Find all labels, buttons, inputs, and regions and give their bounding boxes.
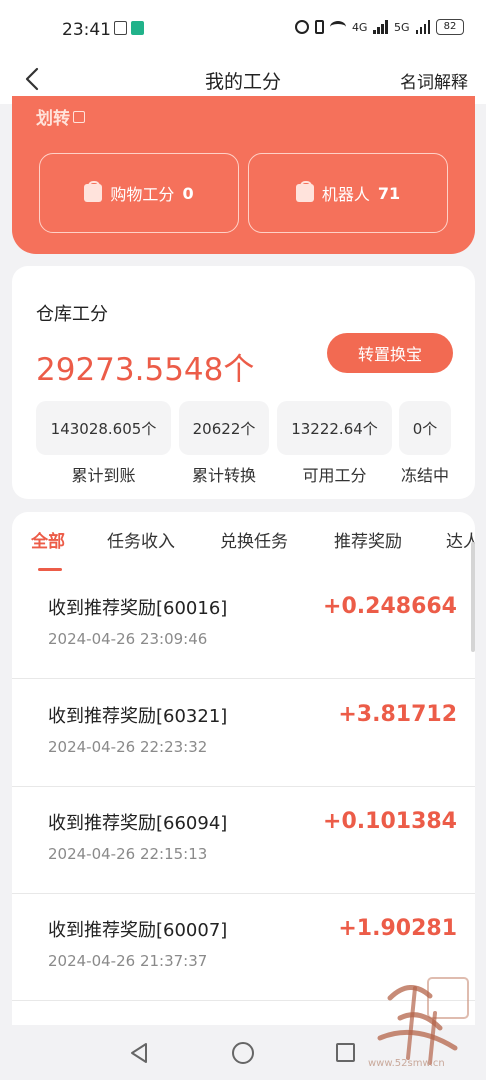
vibrate-icon <box>314 20 324 34</box>
nav-home-icon[interactable] <box>232 1042 254 1064</box>
stat-label-available: 可用工分 <box>302 466 367 485</box>
active-tab-indicator <box>38 568 62 571</box>
network-label-1: 4G <box>351 20 368 34</box>
record-row[interactable]: 收到推荐奖励[66094] 2024-04-26 22:15:13 +0.101… <box>12 787 475 894</box>
record-amount: +0.248664 <box>323 594 457 619</box>
robot-label: 机器人 <box>321 185 370 204</box>
record-title: 收到推荐奖励[66094] <box>48 813 228 834</box>
record-date: 2024-04-26 23:09:46 <box>48 630 208 648</box>
shopping-points-value: 0 <box>182 183 194 203</box>
record-title: 收到推荐奖励[60007] <box>48 920 228 941</box>
record-date: 2024-04-26 22:15:13 <box>48 845 208 863</box>
app-notification-icon <box>114 21 127 35</box>
record-date: 2024-04-26 22:23:32 <box>48 738 208 756</box>
transfer-link[interactable]: 划转 <box>36 104 85 129</box>
shopping-points-button[interactable]: 购物工分 0 <box>39 153 239 233</box>
wifi-icon <box>329 21 346 33</box>
external-link-icon <box>73 111 85 123</box>
shopping-bag-icon <box>295 181 314 202</box>
stat-available: 13222.64个 <box>277 401 392 455</box>
chevron-left-icon <box>25 67 39 91</box>
signal-icon-2 <box>415 20 430 34</box>
record-date: 2024-04-26 21:37:37 <box>48 952 208 970</box>
status-bar: 23:41 4G 5G 82 <box>0 0 486 56</box>
stat-label-total-converted: 累计转换 <box>191 466 256 485</box>
watermark-url: www.52smw.cn <box>368 1058 445 1069</box>
record-amount: +0.101384 <box>323 809 457 834</box>
tab-exchange-task[interactable]: 兑换任务 <box>220 527 288 552</box>
glossary-link[interactable]: 名词解释 <box>400 68 468 93</box>
filter-tabs: 全部 任务收入 兑换任务 推荐奖励 达人 <box>12 512 475 572</box>
stat-frozen: 0个 <box>399 401 451 455</box>
stat-total-received: 143028.605个 <box>36 401 171 455</box>
warehouse-card: 仓库工分 29273.5548个 转置换宝 143028.605个 20622个… <box>12 266 475 499</box>
transfer-exchange-button[interactable]: 转置换宝 <box>327 333 453 373</box>
status-time: 23:41 <box>62 20 111 40</box>
alarm-icon <box>294 20 309 34</box>
system-indicators: 4G 5G 82 <box>294 19 464 35</box>
home-app-icon <box>131 21 144 35</box>
stat-label-frozen: 冻结中 <box>400 466 449 485</box>
scrollbar[interactable] <box>471 542 475 652</box>
record-title: 收到推荐奖励[60321] <box>48 706 228 727</box>
shopping-points-label: 购物工分 <box>110 185 175 204</box>
record-amount: +3.81712 <box>338 702 457 727</box>
robot-button[interactable]: 机器人 71 <box>248 153 448 233</box>
shopping-bag-icon <box>84 181 103 202</box>
stat-label-total-received: 累计到账 <box>71 466 136 485</box>
warehouse-title: 仓库工分 <box>36 304 108 325</box>
record-row[interactable]: 收到推荐奖励[60016] 2024-04-26 23:09:46 +0.248… <box>12 572 475 679</box>
tab-referral-reward[interactable]: 推荐奖励 <box>334 527 402 552</box>
battery-icon: 82 <box>436 19 464 35</box>
nav-back-icon[interactable] <box>128 1042 150 1064</box>
tab-all[interactable]: 全部 <box>31 527 65 552</box>
stat-total-converted: 20622个 <box>179 401 269 455</box>
tab-task-income[interactable]: 任务收入 <box>107 527 175 552</box>
back-button[interactable] <box>18 64 48 94</box>
nav-recent-apps-icon[interactable] <box>336 1043 355 1062</box>
record-amount: +1.90281 <box>338 916 457 941</box>
transfer-label: 划转 <box>36 109 70 129</box>
record-title: 收到推荐奖励[60016] <box>48 598 228 619</box>
record-row[interactable]: 收到推荐奖励[60321] 2024-04-26 22:23:32 +3.817… <box>12 680 475 787</box>
notification-icons <box>114 21 144 35</box>
robot-value: 71 <box>377 183 401 203</box>
warehouse-value: 29273.5548个 <box>36 352 255 388</box>
records-card: 全部 任务收入 兑换任务 推荐奖励 达人 收到推荐奖励[60016] 2024-… <box>12 512 475 1032</box>
signal-icon <box>373 20 388 34</box>
network-label-2: 5G <box>393 20 410 34</box>
